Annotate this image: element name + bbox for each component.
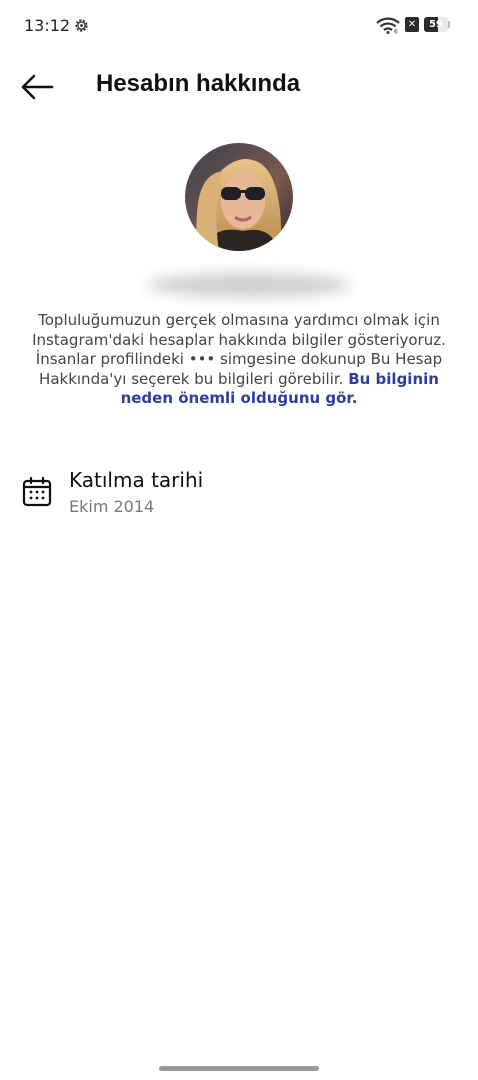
joined-date-label: Katılma tarihi: [69, 468, 204, 492]
home-indicator[interactable]: [159, 1066, 319, 1071]
status-time: 13:12: [24, 16, 71, 35]
battery-icon: 59: [424, 17, 450, 32]
wifi-icon: 6: [376, 17, 400, 34]
svg-text:6: 6: [394, 29, 398, 35]
info-description: Topluluğumuzun gerçek olmasına yardımcı …: [28, 311, 450, 409]
calendar-icon: [22, 477, 52, 507]
battery-body: 59: [424, 17, 448, 32]
page-title: Hesabın hakkında: [96, 70, 301, 97]
battery-level: 59: [429, 19, 443, 30]
username-blurred: [147, 273, 351, 297]
no-sim-icon: ✕: [405, 17, 419, 32]
battery-tip: [448, 21, 450, 28]
status-bar: 13:12 6 ✕ 59: [0, 0, 478, 52]
profile-photo: [185, 143, 293, 251]
about-account-screen: 13:12 6 ✕ 59 Hesabın hakkında Topluluğum…: [0, 0, 478, 1080]
gear-icon: [75, 19, 88, 32]
avatar: [185, 143, 293, 251]
joined-date-value: Ekim 2014: [69, 497, 155, 516]
arrow-left-icon[interactable]: [20, 72, 54, 102]
